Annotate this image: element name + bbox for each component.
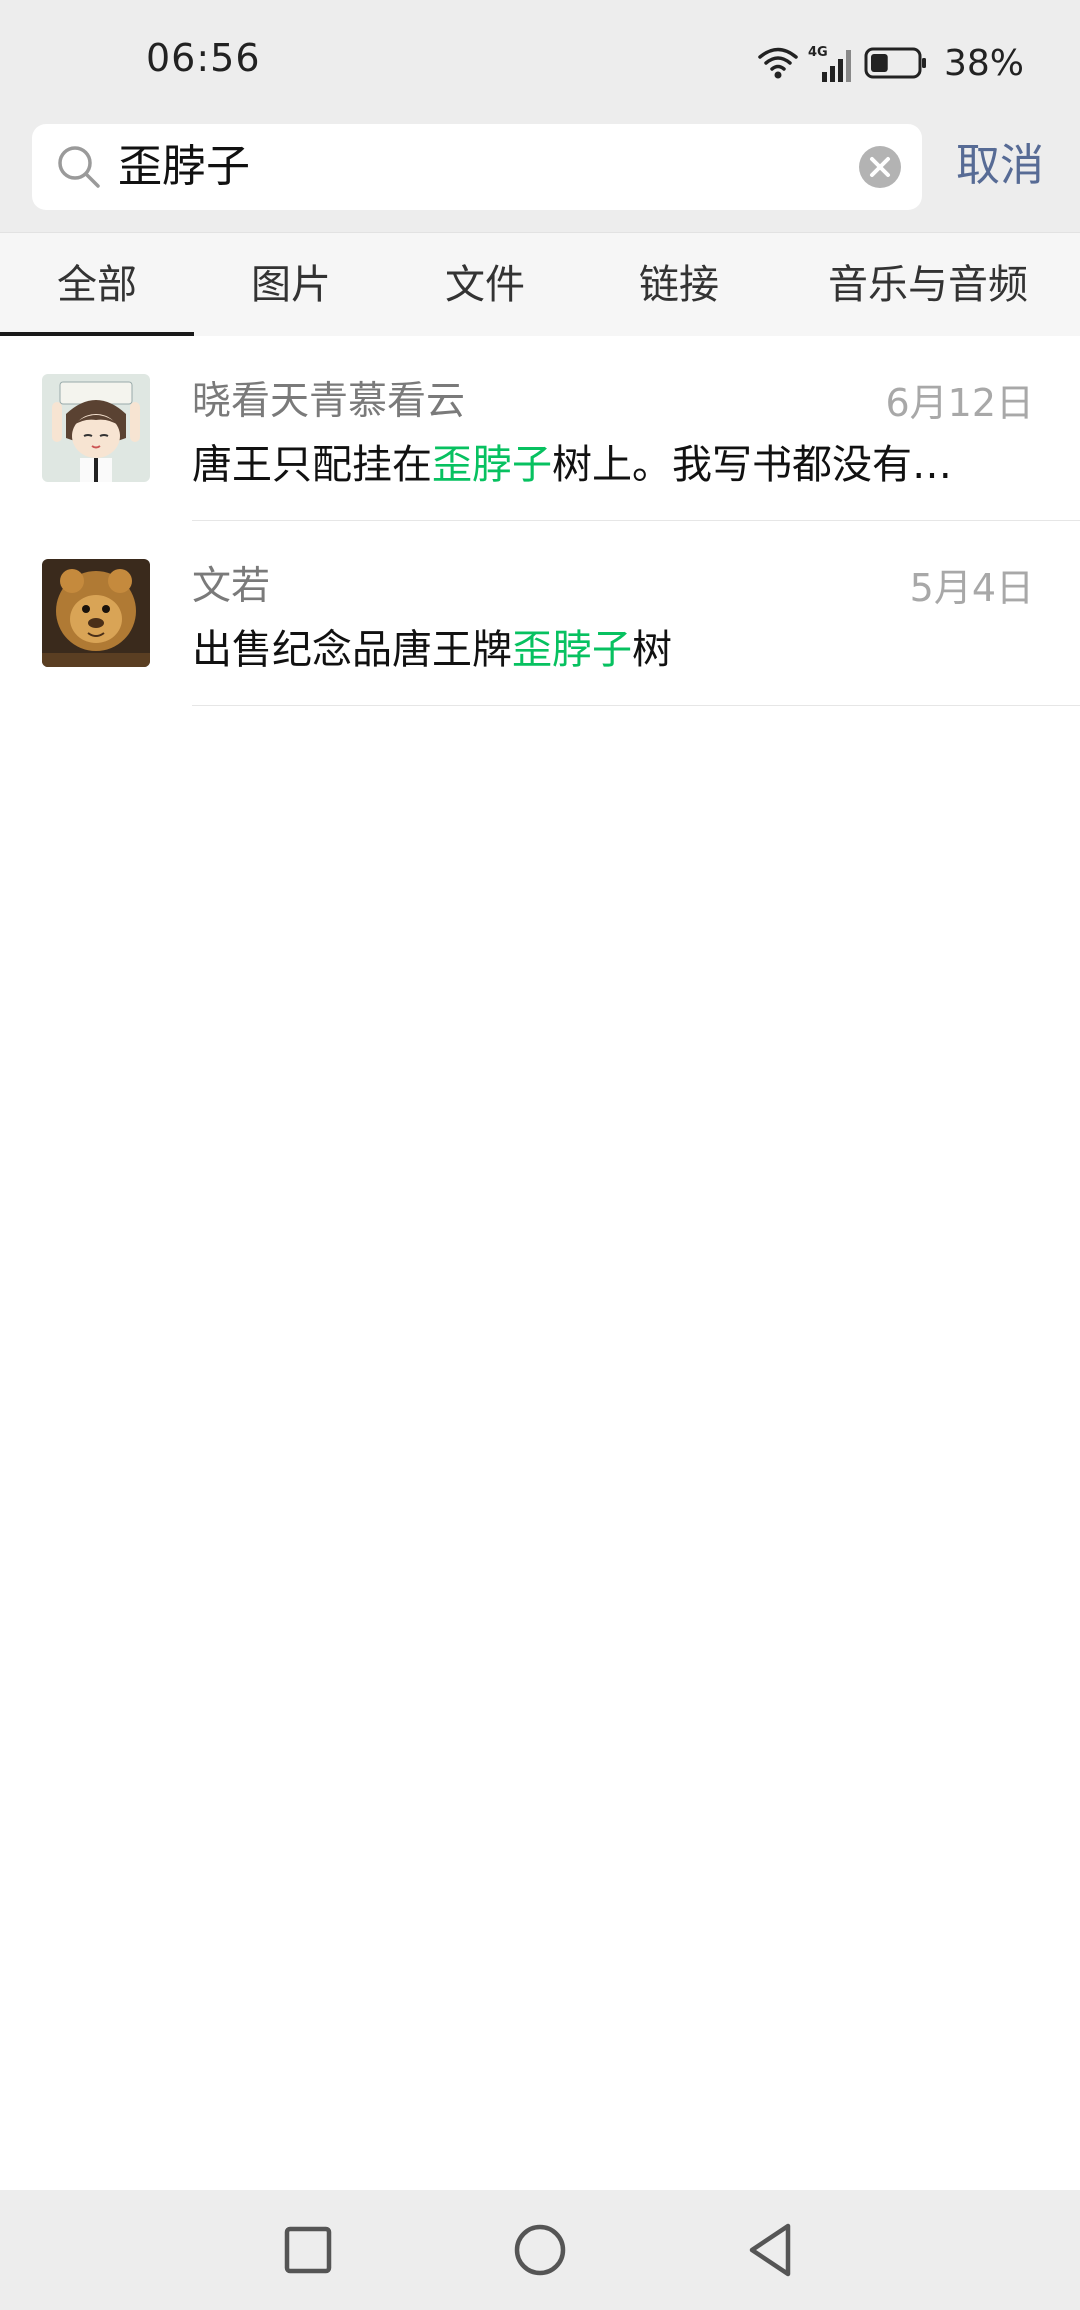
filter-tabs: 全部 图片 文件 链接 音乐与音频: [0, 232, 1080, 337]
divider: [192, 705, 1080, 706]
tab-images[interactable]: 图片: [194, 233, 388, 337]
tab-all[interactable]: 全部: [0, 233, 194, 337]
search-icon: [58, 146, 100, 188]
status-icons: 4G 38%: [758, 38, 1024, 88]
tab-label: 音乐与音频: [828, 261, 1028, 308]
message-snippet: 出售纪念品唐王牌歪脖子树: [192, 617, 1012, 675]
tab-label: 图片: [251, 261, 331, 308]
back-icon[interactable]: [740, 2220, 800, 2280]
battery-percent: 38%: [943, 42, 1024, 84]
avatar[interactable]: [42, 559, 150, 667]
status-bar: 06:56 4G 38%: [0, 0, 1080, 120]
tab-label: 文件: [445, 261, 525, 308]
search-input[interactable]: [118, 124, 878, 210]
list-item[interactable]: 晓看天青慕看云 6月12日 唐王只配挂在歪脖子树上。我写书都没有…: [0, 336, 1080, 521]
tab-label: 全部: [57, 261, 137, 308]
tab-files[interactable]: 文件: [388, 233, 582, 337]
status-time: 06:56: [146, 36, 261, 80]
clear-icon[interactable]: [858, 145, 902, 189]
contact-name: 晓看天青慕看云: [192, 379, 466, 424]
network-label: 4G: [808, 45, 828, 60]
list-item[interactable]: 文若 5月4日 出售纪念品唐王牌歪脖子树: [0, 521, 1080, 706]
contact-name: 文若: [192, 564, 271, 609]
keyword-highlight: 歪脖子: [432, 442, 552, 488]
home-icon[interactable]: [510, 2220, 570, 2280]
keyword-highlight: 歪脖子: [512, 627, 632, 673]
snippet-text: 出售纪念品唐王牌: [192, 627, 512, 673]
tab-links[interactable]: 链接: [582, 233, 776, 337]
search-header: 取消: [0, 120, 1080, 232]
search-box[interactable]: [32, 124, 922, 210]
avatar[interactable]: [42, 374, 150, 482]
message-snippet: 唐王只配挂在歪脖子树上。我写书都没有…: [192, 432, 1012, 490]
signal-icon: 4G: [808, 45, 851, 82]
tab-label: 链接: [639, 261, 719, 308]
snippet-text: 唐王只配挂在: [192, 442, 432, 488]
snippet-text: 树上。我写书都没有…: [552, 442, 952, 488]
recent-apps-icon[interactable]: [278, 2220, 338, 2280]
battery-icon: [864, 47, 926, 79]
snippet-text: 树: [632, 627, 672, 673]
cancel-button[interactable]: 取消: [956, 140, 1044, 192]
tab-music-audio[interactable]: 音乐与音频: [776, 233, 1080, 337]
wifi-icon: [758, 47, 798, 79]
search-results: 晓看天青慕看云 6月12日 唐王只配挂在歪脖子树上。我写书都没有… 文若 5月4…: [0, 336, 1080, 2190]
message-date: 6月12日: [885, 381, 1034, 425]
system-nav-bar: [0, 2190, 1080, 2310]
message-date: 5月4日: [909, 566, 1034, 610]
